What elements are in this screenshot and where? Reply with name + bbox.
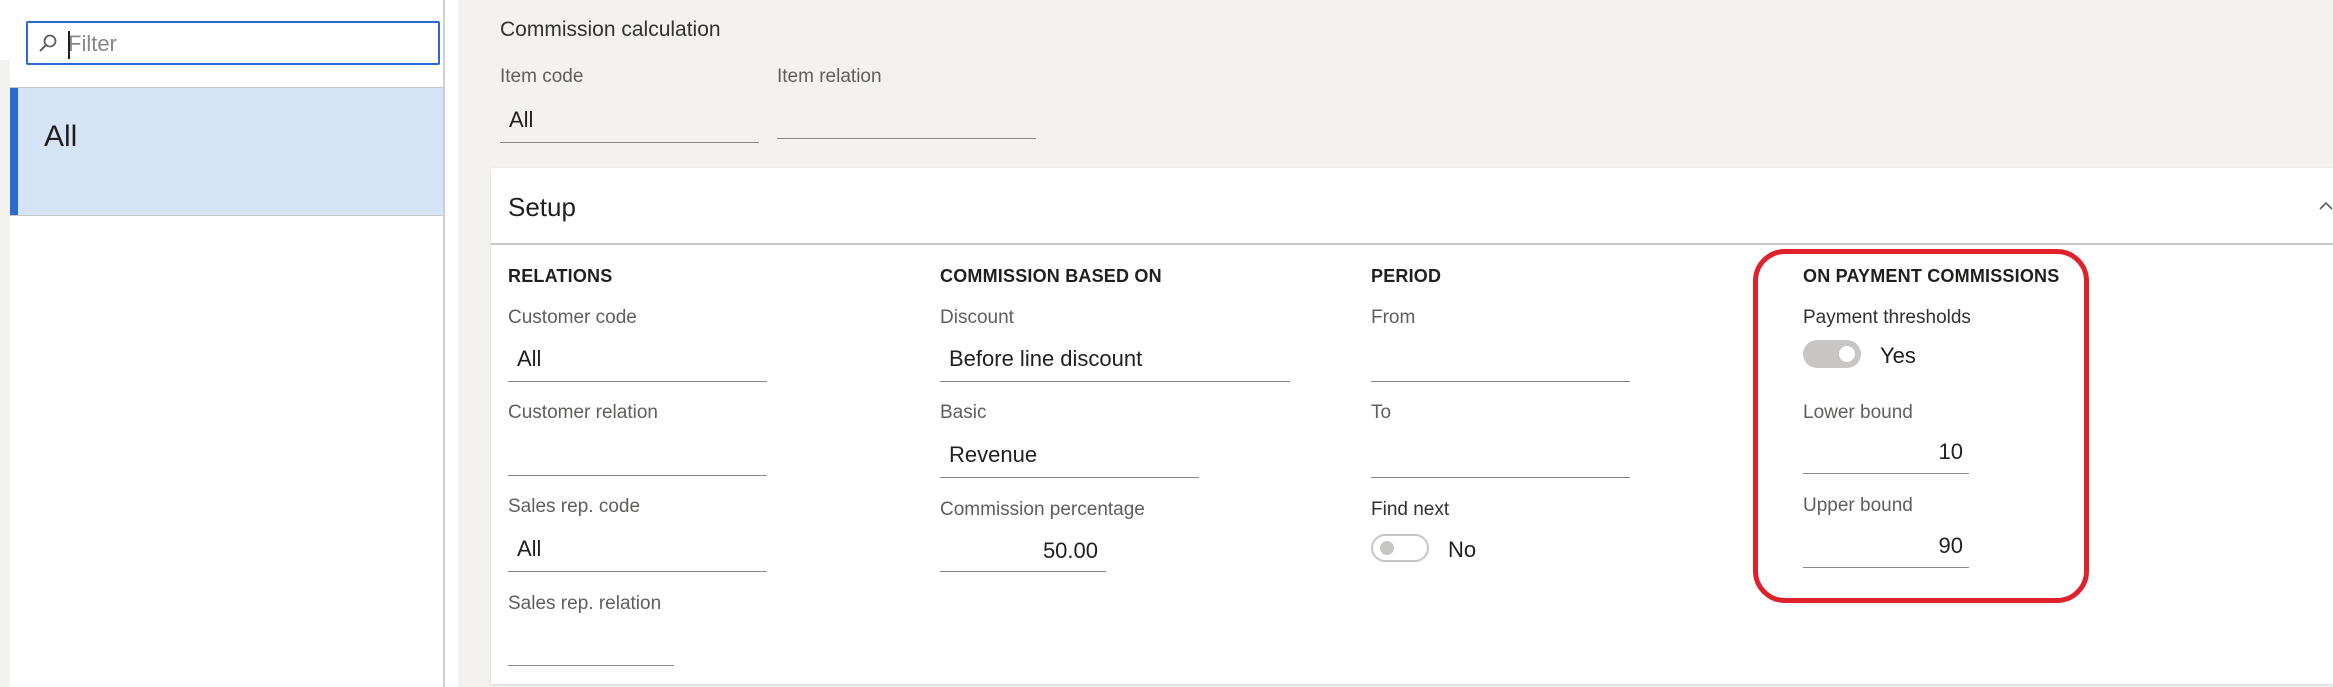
- sales-rep-code-label: Sales rep. code: [508, 496, 641, 517]
- relations-heading: RELATIONS: [508, 266, 613, 286]
- discount-label: Discount: [940, 307, 1014, 328]
- chevron-up-icon[interactable]: [2316, 196, 2333, 216]
- discount-field[interactable]: Before line discount: [949, 346, 1142, 372]
- sales-rep-relation-label: Sales rep. relation: [508, 593, 662, 614]
- discount-underline: [940, 381, 1290, 382]
- find-next-value: No: [1448, 537, 1477, 562]
- sales-rep-relation-underline: [508, 665, 674, 666]
- search-icon: [39, 34, 57, 52]
- item-relation-underline: [777, 138, 1036, 139]
- find-next-label: Find next: [1371, 499, 1450, 520]
- toggle-knob: [1380, 541, 1394, 555]
- filter-box[interactable]: [26, 21, 440, 65]
- sales-rep-code-field[interactable]: All: [517, 536, 541, 562]
- item-code-underline: [500, 142, 759, 143]
- to-label: To: [1371, 402, 1392, 423]
- from-underline: [1371, 381, 1630, 382]
- period-heading: PERIOD: [1371, 266, 1442, 286]
- to-underline: [1371, 477, 1630, 478]
- commission-percentage-underline: [940, 571, 1106, 572]
- from-date-field[interactable]: [1380, 346, 1630, 376]
- sales-rep-code-underline: [508, 571, 767, 572]
- find-next-toggle[interactable]: [1371, 534, 1429, 562]
- list-item-all[interactable]: All: [10, 87, 444, 216]
- text-cursor: [68, 31, 70, 59]
- basic-underline: [940, 477, 1199, 478]
- filter-input[interactable]: [68, 29, 428, 59]
- section-title: Commission calculation: [500, 18, 721, 41]
- customer-code-label: Customer code: [508, 307, 637, 328]
- setup-header-divider: [491, 243, 2333, 245]
- commission-percentage-label: Commission percentage: [940, 499, 1145, 520]
- highlight-annotation: [1753, 249, 2089, 603]
- left-panel-edge: [0, 60, 10, 687]
- basic-field[interactable]: Revenue: [949, 442, 1037, 468]
- customer-relation-field[interactable]: [517, 440, 767, 470]
- to-date-field[interactable]: [1380, 442, 1630, 472]
- customer-code-underline: [508, 381, 767, 382]
- item-code-field[interactable]: All: [509, 107, 533, 133]
- item-code-label: Item code: [500, 66, 584, 87]
- basic-label: Basic: [940, 402, 987, 423]
- selection-indicator: [10, 88, 18, 215]
- customer-relation-label: Customer relation: [508, 402, 658, 423]
- list-item-label: All: [44, 120, 78, 153]
- left-panel: All: [0, 0, 445, 687]
- commission-percentage-field[interactable]: 50.00: [940, 538, 1098, 564]
- customer-relation-underline: [508, 475, 767, 476]
- setup-title[interactable]: Setup: [508, 192, 576, 223]
- from-label: From: [1371, 307, 1416, 328]
- customer-code-field[interactable]: All: [517, 346, 541, 372]
- item-relation-label: Item relation: [777, 66, 882, 87]
- commission-based-on-heading: COMMISSION BASED ON: [940, 266, 1162, 286]
- panel-divider: [443, 0, 445, 687]
- item-relation-field[interactable]: [786, 107, 1036, 137]
- sales-rep-relation-field[interactable]: [517, 630, 674, 660]
